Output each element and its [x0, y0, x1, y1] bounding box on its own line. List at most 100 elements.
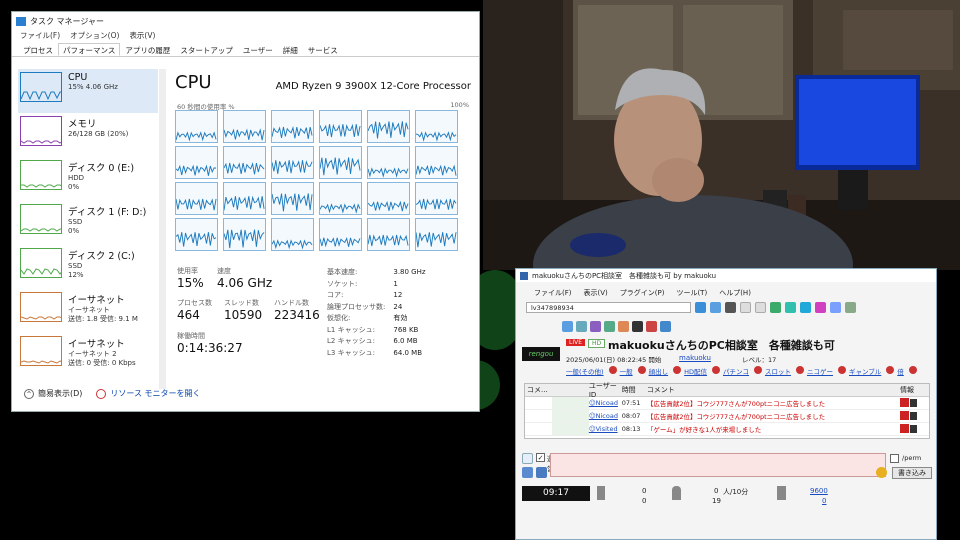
tag-link[interactable]: 倍	[897, 366, 904, 376]
list-icon[interactable]	[536, 467, 547, 478]
keyboard-icon[interactable]	[522, 467, 533, 478]
submit-button[interactable]: 書き込み	[892, 467, 932, 479]
sidebar-item[interactable]: ディスク 0 (E:) HDD 0%	[18, 157, 158, 201]
tag-dic-icon[interactable]	[608, 366, 617, 374]
cpu-core-graph	[271, 110, 314, 143]
search-icon[interactable]	[710, 302, 721, 313]
sidebar-thumbnail	[20, 248, 62, 278]
operator-badge-icon	[900, 397, 910, 407]
comment-row[interactable]: ☺Nicoad 07:51 【広告貢献2位】コウジ777さんが700ptニコニ広告し…	[525, 397, 929, 410]
comment-row[interactable]: ☺Nicoad 08:07 【広告貢献2位】コウジ777さんが700ptニコニ広告し…	[525, 410, 929, 423]
menu-view[interactable]: 表示(V)	[584, 288, 608, 298]
menu-bar: ファイル(F) オプション(O) 表示(V)	[12, 30, 479, 43]
tool-icon[interactable]	[785, 302, 796, 313]
cpu-core-graph	[175, 110, 218, 143]
comment-text: 「ゲーム」が好きな1人が来場しました	[646, 426, 762, 434]
sidebar-item[interactable]: ディスク 2 (C:) SSD 12%	[18, 245, 158, 289]
cpu-core-graph	[367, 110, 410, 143]
tool-icon[interactable]	[830, 302, 841, 313]
tool-icon[interactable]	[815, 302, 826, 313]
tag-link[interactable]: スロット	[765, 366, 791, 376]
tab-processes[interactable]: プロセス	[18, 43, 58, 56]
tag-link[interactable]: 一般	[620, 366, 633, 376]
rate-label: 人/10分	[723, 488, 749, 496]
cpu-core-graph	[175, 146, 218, 179]
tab-performance[interactable]: パフォーマンス	[58, 43, 121, 56]
tag-dic-icon[interactable]	[837, 366, 846, 374]
col-header[interactable]: ユーザーID	[589, 381, 622, 399]
stat-value: 10590	[224, 308, 263, 322]
chevron-up-icon: ^	[24, 388, 34, 399]
tag-dic-icon[interactable]	[711, 366, 720, 374]
tool-icon[interactable]	[800, 302, 811, 313]
comment-input[interactable]	[550, 453, 886, 477]
tag-link[interactable]: パチンコ	[723, 366, 749, 376]
perm-checkbox[interactable]	[890, 454, 899, 463]
fewer-details-label: 簡易表示(D)	[38, 389, 83, 398]
user-id: ☺Nicoad	[588, 412, 618, 420]
menu-file[interactable]: ファイル(F)	[20, 30, 60, 43]
tag-dic-icon[interactable]	[753, 366, 762, 374]
level-text: レベル：17	[742, 356, 777, 364]
cpu-panel: CPU AMD Ryzen 9 3900X 12-Core Processor …	[175, 72, 475, 382]
community-logo: rengou	[522, 347, 560, 361]
menu-file[interactable]: ファイル(F)	[534, 288, 572, 298]
tab-bar: プロセス パフォーマンス アプリの履歴 スタートアップ ユーザー 詳細 サービス	[12, 43, 479, 57]
menu-options[interactable]: オプション(O)	[70, 30, 119, 43]
stat-value: 15%	[177, 276, 204, 290]
connect-icon[interactable]	[695, 302, 706, 313]
col-header[interactable]: 時間	[622, 385, 647, 395]
col-header[interactable]: コメ...	[525, 385, 552, 395]
tool-icon[interactable]	[755, 302, 766, 313]
open-resource-monitor-link[interactable]: リソース モニターを開く	[96, 388, 201, 399]
unei-checkbox[interactable]: ✓	[536, 453, 545, 462]
stat-label: プロセス数	[177, 299, 212, 307]
tag-dic-icon[interactable]	[637, 366, 646, 374]
sidebar-item[interactable]: イーサネット イーサネット 2 送信: 0 受信: 0 Kbps	[18, 333, 158, 377]
settings-icon[interactable]	[845, 302, 856, 313]
tag-link[interactable]: ニコゲー	[807, 366, 833, 376]
count-f[interactable]: 0	[822, 497, 826, 505]
tag-link[interactable]: 一般(その他)	[566, 366, 604, 376]
sidebar-scrollbar[interactable]	[159, 69, 166, 389]
tag-link[interactable]: 顔出し	[649, 366, 669, 376]
fewer-details-button[interactable]: ^ 簡易表示(D)	[24, 388, 82, 399]
sidebar-item-detail: 0%	[68, 183, 80, 191]
sidebar-item[interactable]: イーサネット イーサネット 送信: 1.8 受信: 9.1 M	[18, 289, 158, 333]
tab-services[interactable]: サービス	[303, 43, 343, 56]
smile-icon[interactable]	[876, 467, 887, 478]
live-id-select[interactable]: lv347898934	[526, 302, 691, 313]
taskmgr-icon	[16, 16, 26, 26]
tab-app-history[interactable]: アプリの履歴	[120, 43, 175, 56]
comment-row[interactable]: ☺Visited 08:13 「ゲーム」が好きな1人が来場しました	[525, 423, 929, 436]
tool-icon[interactable]	[770, 302, 781, 313]
sidebar-item[interactable]: ディスク 1 (F: D:) SSD 0%	[18, 201, 158, 245]
tag-dic-icon[interactable]	[886, 366, 895, 374]
col-header[interactable]: コメント	[647, 385, 840, 395]
menu-plugin[interactable]: プラグイン(P)	[620, 288, 665, 298]
tab-details[interactable]: 詳細	[278, 43, 303, 56]
sidebar-item-detail: イーサネット	[68, 306, 110, 314]
spacer	[552, 410, 589, 422]
count-e[interactable]: 9600	[810, 487, 828, 495]
tag-dic-icon[interactable]	[795, 366, 804, 374]
tab-users[interactable]: ユーザー	[238, 43, 278, 56]
tag-link[interactable]: HD配信	[684, 366, 707, 376]
menu-view[interactable]: 表示(V)	[129, 30, 155, 43]
cpu-core-graph	[319, 218, 362, 251]
tag-dic-icon[interactable]	[908, 366, 917, 374]
refresh-icon[interactable]	[725, 302, 736, 313]
sidebar-item[interactable]: CPU 15% 4.06 GHz	[18, 69, 158, 113]
cpu-core-graph	[175, 182, 218, 215]
tag-dic-icon[interactable]	[673, 366, 682, 374]
tag-link[interactable]: ギャンブル	[849, 366, 881, 376]
tab-startup[interactable]: スタートアップ	[175, 43, 238, 56]
owner-link[interactable]: makuoku	[679, 354, 711, 362]
menu-tools[interactable]: ツール(T)	[676, 288, 707, 298]
col-header[interactable]: 情報	[900, 385, 929, 395]
sidebar-item[interactable]: メモリ 26/128 GB (20%)	[18, 113, 158, 157]
menu-help[interactable]: ヘルプ(H)	[719, 288, 751, 298]
nicolive-icon[interactable]	[522, 453, 533, 464]
sidebar-item-label: イーサネット	[68, 339, 125, 350]
tool-icon[interactable]	[740, 302, 751, 313]
